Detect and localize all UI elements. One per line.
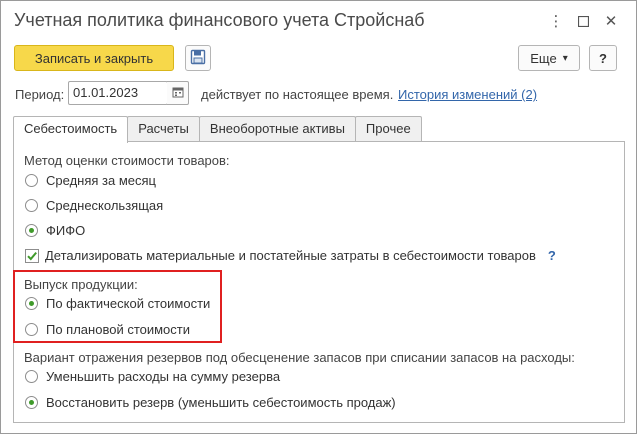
- radio-circle-selected: [25, 297, 38, 310]
- radio-label: Восстановить резерв (уменьшить себестоим…: [46, 395, 396, 410]
- radio-label: Уменьшить расходы на сумму резерва: [46, 369, 281, 384]
- tab-settlements[interactable]: Расчеты: [127, 116, 200, 141]
- title-bar: Учетная политика финансового учета Строй…: [1, 1, 636, 39]
- close-icon[interactable]: ✕: [601, 10, 621, 32]
- tab-other[interactable]: Прочее: [354, 116, 422, 141]
- period-status-text: действует по настоящее время.: [201, 87, 394, 102]
- radio-label: По фактической стоимости: [46, 296, 211, 311]
- radio-label: Средняя за месяц: [46, 173, 156, 188]
- more-button-label: Еще: [530, 50, 557, 66]
- radio-label: Среднескользящая: [46, 198, 164, 213]
- calendar-button[interactable]: [167, 81, 189, 105]
- radio-label: По плановой стоимости: [46, 322, 190, 337]
- policy-window: Учетная политика финансового учета Строй…: [0, 0, 637, 434]
- save-and-close-button[interactable]: Записать и закрыть: [14, 45, 174, 71]
- help-button[interactable]: ?: [589, 45, 617, 71]
- help-icon[interactable]: ?: [548, 248, 556, 263]
- radio-circle: [25, 323, 38, 336]
- output-label: Выпуск продукции:: [24, 277, 138, 292]
- detail-costs-checkbox[interactable]: Детализировать материальные и постатейны…: [25, 248, 556, 263]
- history-link[interactable]: История изменений (2): [398, 87, 537, 102]
- radio-monthly-average[interactable]: Средняя за месяц: [25, 173, 156, 188]
- radio-reduce-expenses[interactable]: Уменьшить расходы на сумму резерва: [25, 369, 280, 384]
- tab-noncurrent-assets[interactable]: Внеоборотные активы: [198, 116, 356, 141]
- radio-planned-cost[interactable]: По плановой стоимости: [25, 322, 190, 337]
- window-title: Учетная политика финансового учета Строй…: [14, 10, 425, 30]
- radio-circle: [25, 199, 38, 212]
- more-button[interactable]: Еще ▾: [518, 45, 580, 71]
- radio-moving-average[interactable]: Среднескользящая: [25, 198, 163, 213]
- radio-circle-selected: [25, 224, 38, 237]
- checkbox-box: [25, 248, 39, 263]
- radio-fifo[interactable]: ФИФО: [25, 223, 85, 238]
- maximize-icon[interactable]: [573, 10, 593, 32]
- period-label: Период:: [15, 87, 65, 102]
- floppy-disk-icon: [190, 49, 206, 68]
- period-date-input[interactable]: 01.01.2023: [68, 81, 168, 105]
- chevron-down-icon: ▾: [562, 52, 568, 64]
- radio-actual-cost[interactable]: По фактической стоимости: [25, 296, 210, 311]
- save-button[interactable]: [185, 45, 211, 71]
- checkbox-label: Детализировать материальные и постатейны…: [45, 248, 536, 263]
- radio-circle: [25, 174, 38, 187]
- cost-method-label: Метод оценки стоимости товаров:: [24, 153, 230, 168]
- radio-label: ФИФО: [46, 223, 86, 238]
- check-icon: [27, 251, 37, 260]
- window-menu-icon[interactable]: ⋮: [546, 10, 566, 32]
- tab-cost[interactable]: Себестоимость: [13, 116, 129, 143]
- radio-circle: [25, 370, 38, 383]
- tab-bar: Себестоимость Расчеты Внеоборотные актив…: [13, 116, 422, 143]
- reserves-label: Вариант отражения резервов под обесценен…: [24, 350, 575, 365]
- radio-restore-reserve[interactable]: Восстановить резерв (уменьшить себестоим…: [25, 395, 396, 410]
- radio-circle-selected: [25, 396, 38, 409]
- calendar-icon: [172, 86, 184, 101]
